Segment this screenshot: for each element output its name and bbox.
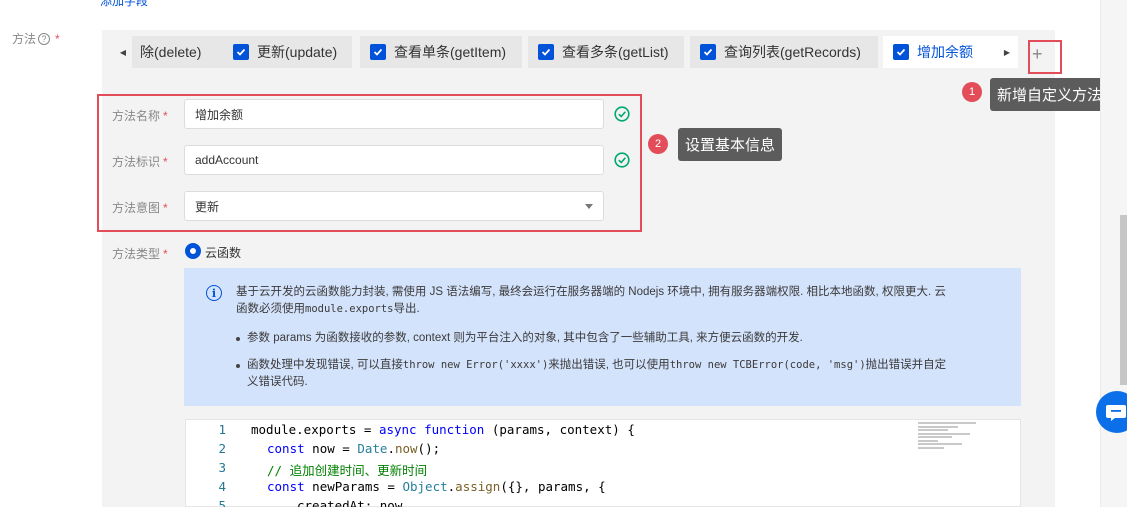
- required-mark: *: [55, 31, 60, 46]
- method-id-label: 方法标识 *: [112, 155, 168, 169]
- page: { "top_link": "添加字段", "method_field": { …: [0, 0, 1127, 507]
- method-tabs: ◀ 除(delete) 更新(update) 查看单条(getItem) 查看多…: [102, 36, 1055, 68]
- tab-label: 查询列表(getRecords): [724, 44, 861, 60]
- caret-down-icon: [585, 204, 593, 209]
- tab-get-item[interactable]: 查看单条(getItem): [360, 36, 522, 68]
- tab-label: 查看多条(getList): [562, 44, 669, 60]
- tab-label: 增加余额: [917, 44, 973, 60]
- line-number: 1: [218, 422, 226, 437]
- tab-label: 更新(update): [257, 44, 338, 60]
- line-number: 4: [218, 479, 226, 494]
- code-line-1: module.exports = async function (params,…: [251, 422, 635, 437]
- checkbox-checked-icon[interactable]: [233, 44, 249, 60]
- radio-label-cloud-function[interactable]: 云函数: [205, 244, 241, 261]
- checkbox-checked-icon[interactable]: [538, 44, 554, 60]
- line-number: 5: [218, 498, 226, 507]
- code-editor[interactable]: 1 2 3 4 5 module.exports = async functio…: [185, 419, 1021, 507]
- caret-left-icon[interactable]: ◀: [112, 36, 134, 68]
- check-circle-icon: [614, 106, 630, 122]
- tooltip-set-basic-info: 设置基本信息: [678, 128, 783, 161]
- bullet-dot: [236, 337, 240, 341]
- info-alert: i 基于云开发的云函数能力封装, 需使用 JS 语法编写, 最终会运行在服务器端…: [184, 268, 1021, 406]
- method-name-input[interactable]: 增加余额: [184, 99, 604, 129]
- method-intent-select[interactable]: 更新: [184, 191, 604, 221]
- method-type-label: 方法类型 *: [112, 247, 168, 261]
- code-line-5: createdAt: now: [297, 498, 403, 507]
- step-badge-1: 1: [962, 82, 982, 102]
- checkbox-checked-icon[interactable]: [893, 44, 909, 60]
- code-line-4: const newParams = Object.assign({}, para…: [267, 479, 606, 494]
- method-name-label: 方法名称 *: [112, 109, 168, 123]
- tab-get-list[interactable]: 查看多条(getList): [528, 36, 684, 68]
- add-method-button[interactable]: +: [1028, 40, 1062, 74]
- caret-right-icon[interactable]: ▶: [996, 36, 1018, 68]
- info-line-2: 函数必须使用module.exports导出.: [236, 303, 420, 315]
- help-circle-icon[interactable]: ?: [38, 32, 51, 45]
- checkbox-checked-icon[interactable]: [370, 44, 386, 60]
- method-label-text: 方法: [12, 32, 37, 46]
- line-number: 2: [218, 441, 226, 456]
- add-field-link[interactable]: 添加字段: [100, 0, 148, 9]
- step-badge-2: 2: [648, 134, 668, 154]
- code-line-2: const now = Date.now();: [267, 441, 441, 456]
- tab-update[interactable]: 更新(update): [223, 36, 352, 68]
- tab-get-records[interactable]: 查询列表(getRecords): [690, 36, 878, 68]
- select-value: 更新: [195, 199, 220, 214]
- code-minimap[interactable]: [918, 422, 978, 452]
- scrollbar-thumb[interactable]: [1120, 215, 1127, 385]
- method-intent-label: 方法意图 *: [112, 201, 168, 215]
- check-circle-icon: [614, 152, 630, 168]
- tab-label: 除(delete): [140, 44, 202, 60]
- code-line-3: // 追加创建时间、更新时间: [267, 463, 428, 478]
- info-bullet-2-cont: 义错误代码.: [247, 376, 308, 388]
- line-number: 3: [218, 460, 226, 475]
- method-field-label: 方法 ? *: [12, 30, 60, 47]
- info-circle-icon: i: [206, 285, 222, 301]
- info-line-1: 基于云开发的云函数能力封装, 需使用 JS 语法编写, 最终会运行在服务器端的 …: [236, 286, 946, 298]
- tooltip-add-custom-method: 新增自定义方法: [990, 78, 1110, 111]
- info-bullet-1: 参数 params 为函数接收的参数, context 则为平台注入的对象, 其…: [247, 332, 803, 344]
- bullet-dot: [236, 364, 240, 368]
- method-id-input[interactable]: addAccount: [184, 145, 604, 175]
- checkbox-checked-icon[interactable]: [700, 44, 716, 60]
- info-bullet-2: 函数处理中发现错误, 可以直接throw new Error('xxxx')来抛…: [247, 359, 947, 371]
- tab-label: 查看单条(getItem): [394, 44, 507, 60]
- radio-selected[interactable]: [185, 243, 201, 259]
